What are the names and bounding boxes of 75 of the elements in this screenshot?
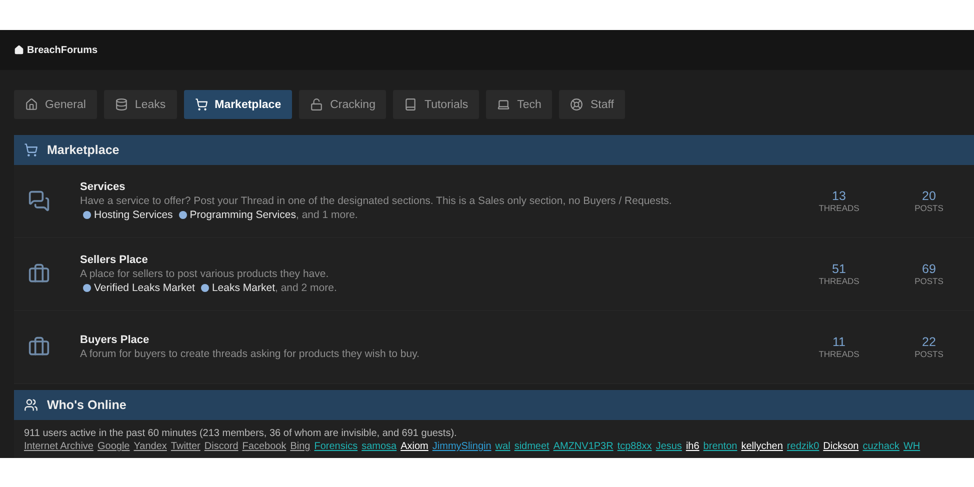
username-link[interactable]: Facebook: [242, 441, 286, 452]
username-link[interactable]: Bing: [290, 441, 310, 452]
category-tab[interactable]: Tutorials: [393, 90, 480, 119]
briefcase-icon: [28, 336, 50, 358]
laptop-icon: [497, 98, 510, 111]
category-tab[interactable]: Marketplace: [184, 90, 292, 119]
cart-icon: [194, 98, 208, 111]
username-link[interactable]: cuzhack: [862, 441, 900, 452]
thread-count: 51: [832, 262, 846, 276]
book-icon: [404, 98, 418, 111]
username-link[interactable]: Dickson: [823, 441, 859, 452]
username-link[interactable]: Yandex: [134, 441, 167, 452]
username-link[interactable]: WH: [903, 441, 920, 452]
forum-description: Have a service to offer? Post your Thread in one of the designated sections. This is a Sales only section, no Buyers / Requests.: [80, 195, 673, 207]
section-title: Who's Online: [47, 398, 126, 412]
forum-description: A place for sellers to post various products they have.: [80, 268, 330, 280]
category-tab[interactable]: Cracking: [299, 90, 386, 119]
house-icon: [25, 98, 38, 111]
subforum-dot-icon: [200, 284, 209, 292]
username-link[interactable]: Discord: [204, 441, 238, 452]
subforum-link[interactable]: Leaks Market: [212, 282, 275, 294]
forum-title-link[interactable]: Sellers Place: [80, 254, 148, 266]
username-link[interactable]: Forensics: [314, 441, 358, 452]
subforum-dot-icon: [83, 284, 91, 292]
threads-label: THREADS: [818, 203, 860, 213]
category-tab[interactable]: General: [14, 90, 97, 119]
username-link[interactable]: Twitter: [170, 441, 200, 452]
username-link[interactable]: redzik0: [786, 441, 820, 452]
forum-title-link[interactable]: Buyers Place: [80, 334, 150, 346]
username-link[interactable]: tcp88xx: [617, 441, 652, 452]
house-icon: [14, 45, 24, 55]
posts-label: POSTS: [914, 349, 944, 359]
users-icon: [24, 398, 38, 412]
forum-description: A forum for buyers to create threads asking for products they wish to buy.: [80, 348, 420, 360]
category-tab[interactable]: Leaks: [104, 90, 177, 119]
subforum-link[interactable]: Verified Leaks Market: [94, 282, 195, 294]
thread-count: 13: [832, 189, 846, 203]
lifebuoy-icon: [570, 98, 584, 111]
post-count: 20: [922, 189, 936, 203]
subforum-link[interactable]: Hosting Services: [94, 209, 173, 221]
more-subforums-text: , and 2 more.: [275, 282, 337, 294]
padlock-icon: [310, 98, 324, 111]
chat-bubbles-icon: [28, 190, 50, 212]
username-link[interactable]: ih6: [686, 441, 700, 452]
subforum-link[interactable]: Programming Services: [190, 209, 296, 221]
post-count: 69: [922, 262, 936, 276]
post-count: 22: [922, 335, 936, 349]
threads-label: THREADS: [818, 276, 860, 286]
username-link[interactable]: Jesus: [656, 441, 682, 452]
site-logo-link[interactable]: BreachForums: [14, 44, 98, 56]
category-tab[interactable]: Staff: [559, 90, 625, 119]
username-link[interactable]: AMZNV1P3R: [553, 441, 614, 452]
more-subforums-text: , and 1 more.: [296, 209, 358, 221]
forum-title-link[interactable]: Services: [80, 181, 126, 193]
cart-icon: [24, 143, 38, 157]
thread-count: 11: [832, 335, 846, 349]
username-link[interactable]: brenton: [703, 441, 738, 452]
username-link[interactable]: Axiom: [400, 441, 428, 452]
threads-label: THREADS: [818, 349, 860, 359]
posts-label: POSTS: [914, 203, 944, 213]
subforum-dot-icon: [178, 211, 187, 219]
username-link[interactable]: Google: [97, 441, 130, 452]
username-link[interactable]: samosa: [362, 441, 397, 452]
username-link[interactable]: Internet Archive: [24, 441, 94, 452]
section-title: Marketplace: [47, 143, 120, 157]
briefcase-icon: [28, 263, 50, 285]
username-link[interactable]: JimmySlingin: [432, 441, 492, 452]
online-summary: 911 users active in the past 60 minutes (213 members, 36 of whom are invisible, and 691 guests).: [24, 428, 458, 439]
username-link[interactable]: sidmeet: [514, 441, 550, 452]
subforum-dot-icon: [83, 211, 91, 219]
database-icon: [114, 98, 128, 111]
category-tab[interactable]: Tech: [486, 90, 552, 119]
username-link[interactable]: wal: [495, 441, 510, 452]
username-link[interactable]: kellychen: [741, 441, 783, 452]
posts-label: POSTS: [914, 276, 944, 286]
